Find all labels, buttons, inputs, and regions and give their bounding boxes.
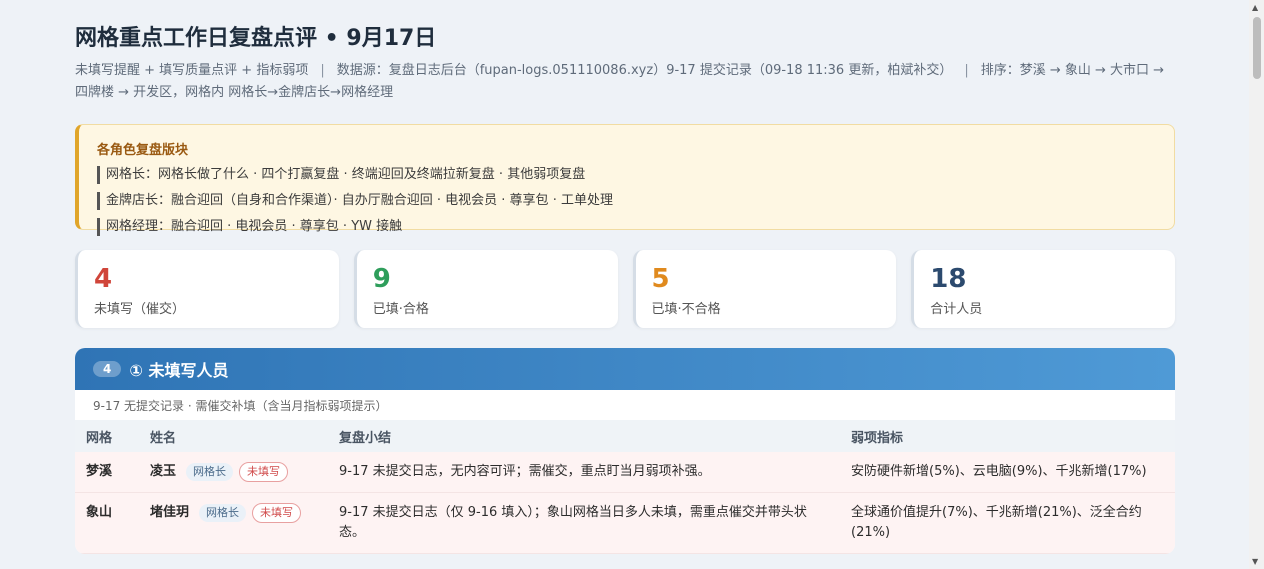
count-badge: 4 (93, 361, 122, 377)
scroll-down-arrow-icon[interactable]: ▼ (1252, 557, 1258, 566)
section-note: 9-17 无提交记录 · 需催交补填（含当月指标弱项提示） (93, 399, 388, 413)
unfilled-table: 网格 姓名 复盘小结 弱项指标 梦溪 凌玉 网格长 未填写 9-17 未提交日志，无… (75, 420, 1175, 554)
status-badge: 未填写 (252, 503, 302, 523)
cell-name: 堵佳玥 网格长 未填写 (139, 493, 328, 554)
stat-card-unfilled: 4 未填写（催交） (75, 250, 339, 328)
cell-grid: 象山 (86, 505, 113, 520)
cell-name: 凌玉 网格长 未填写 (139, 452, 328, 493)
page-title: 网格重点工作日复盘点评 • 9月17日 (75, 26, 437, 51)
section-title: ① 未填写人员 (129, 361, 229, 380)
cell-grid: 梦溪 (86, 464, 113, 479)
role-sections-notice: 各角色复盘版块 网格长：网格长做了什么 · 四个打赢复盘 · 终端迎回及终端拉新… (75, 124, 1175, 236)
vertical-scrollbar[interactable]: ▲ ▼ (1249, 0, 1264, 569)
scroll-up-arrow-icon[interactable]: ▲ (1252, 3, 1258, 12)
role-tag: 网格长 (199, 504, 247, 522)
table-row: 梦溪 凌玉 网格长 未填写 9-17 未提交日志，无内容可评；需催交，重点盯当月弱项… (75, 452, 1175, 493)
stat-label: 未填写（催交） (94, 302, 186, 317)
column-header-name: 姓名 (139, 420, 328, 452)
cell-summary: 9-17 未提交日志（仅 9-16 填入）；象山网格当日多人未填，需重点催交并带… (339, 505, 807, 540)
stat-value: 9 (372, 264, 391, 294)
subtitle-source: 数据源：复盘日志后台（fupan-logs.051110086.xyz）9-17… (336, 63, 953, 78)
table-header-row: 网格 姓名 复盘小结 弱项指标 (75, 420, 1175, 452)
stat-label: 已填·不合格 (651, 302, 721, 317)
cell-weak: 安防硬件新增(5%)、云电脑(9%)、千兆新增(17%) (851, 464, 1147, 479)
subtitle-separator: | (964, 63, 969, 78)
notice-line-grid-manager: 网格经理：融合迎回 · 电视会员 · 尊享包 · YW 接触 (97, 218, 1156, 236)
column-header-grid: 网格 (75, 420, 139, 452)
unfilled-section: 4 ① 未填写人员 9-17 无提交记录 · 需催交补填（含当月指标弱项提示） … (75, 348, 1175, 554)
section-header: 4 ① 未填写人员 (75, 348, 1175, 390)
subtitle-separator: | (320, 63, 325, 78)
notice-title: 各角色复盘版块 (97, 143, 189, 158)
cell-summary: 9-17 未提交日志，无内容可评；需催交，重点盯当月弱项补强。 (339, 464, 711, 479)
person-name: 凌玉 (150, 464, 177, 479)
stat-card-total: 18 合计人员 (911, 250, 1175, 328)
cell-weak: 全球通价值提升(7%)、千兆新增(21%)、泛全合约(21%) (851, 505, 1142, 540)
status-badge: 未填写 (239, 462, 289, 482)
scrollbar-thumb[interactable] (1253, 17, 1261, 79)
stat-card-qualified: 9 已填·合格 (353, 250, 618, 328)
table-row: 象山 堵佳玥 网格长 未填写 9-17 未提交日志（仅 9-16 填入）；象山网格当… (75, 492, 1175, 554)
stat-value: 5 (651, 264, 670, 294)
notice-line-grid-leader: 网格长：网格长做了什么 · 四个打赢复盘 · 终端迎回及终端拉新复盘 · 其他弱… (97, 166, 1156, 184)
column-header-weak: 弱项指标 (840, 420, 1175, 452)
stat-label: 已填·合格 (372, 302, 429, 317)
report-page: 网格重点工作日复盘点评 • 9月17日 未填写提醒 + 填写质量点评 + 指标弱… (75, 22, 1175, 554)
subtitle-scope: 未填写提醒 + 填写质量点评 + 指标弱项 (75, 63, 309, 78)
stat-label: 合计人员 (930, 302, 983, 317)
stats-cards: 4 未填写（催交） 9 已填·合格 5 已填·不合格 18 合计人员 (75, 250, 1175, 328)
stat-value: 18 (930, 264, 967, 294)
notice-line-gold-manager: 金牌店长：融合迎回（自身和合作渠道）· 自办厅融合迎回 · 电视会员 · 尊享包… (97, 192, 1156, 210)
column-header-summary: 复盘小结 (328, 420, 840, 452)
person-name: 堵佳玥 (150, 505, 190, 520)
stat-value: 4 (94, 264, 113, 294)
stat-card-unqualified: 5 已填·不合格 (632, 250, 897, 328)
role-tag: 网格长 (186, 463, 234, 481)
page-subtitle: 未填写提醒 + 填写质量点评 + 指标弱项 | 数据源：复盘日志后台（fupan-l… (75, 60, 1175, 104)
